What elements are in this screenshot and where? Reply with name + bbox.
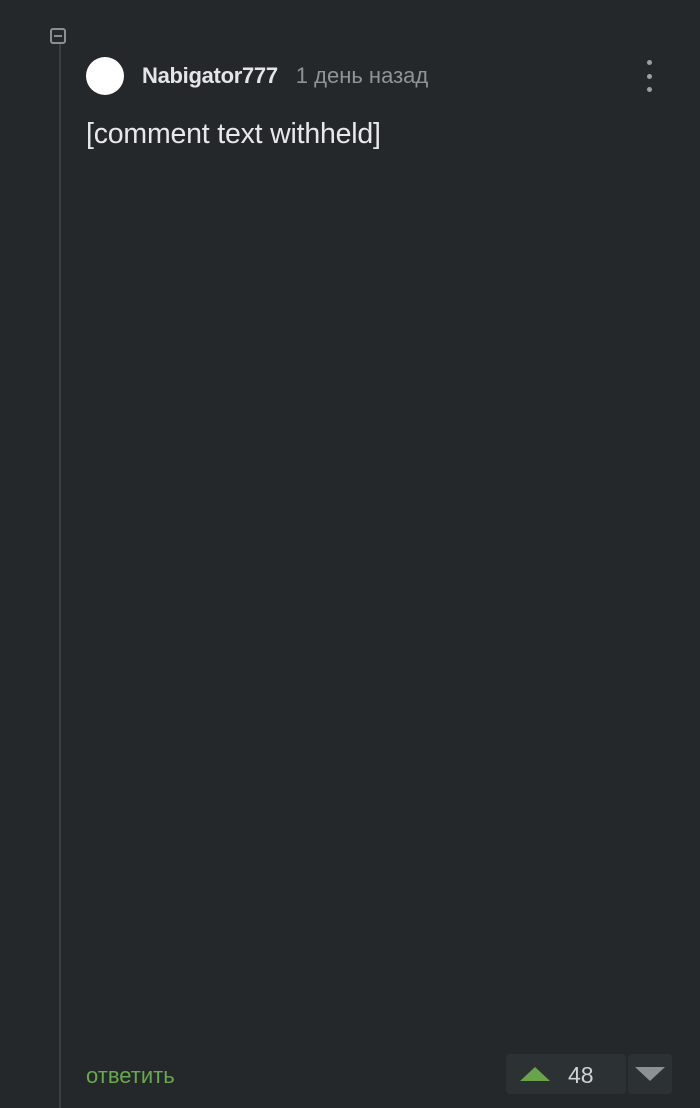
- downvote-button[interactable]: [628, 1054, 672, 1094]
- collapse-icon[interactable]: [50, 28, 66, 44]
- upvote-button[interactable]: 48: [506, 1054, 626, 1094]
- author-name[interactable]: Nabigator777: [142, 63, 278, 89]
- comment-body: [comment text withheld]: [86, 118, 381, 150]
- more-dot: [646, 87, 652, 92]
- collapse-icon-bar: [54, 35, 62, 37]
- thread-line: [59, 44, 61, 1108]
- more-vertical-icon[interactable]: [644, 60, 654, 92]
- comment-header: Nabigator777 1 день назад: [86, 56, 428, 96]
- comment-timestamp: 1 день назад: [295, 63, 429, 88]
- triangle-up-icon: [520, 1067, 550, 1081]
- avatar[interactable]: [86, 57, 124, 95]
- more-dot: [646, 60, 652, 65]
- reply-button[interactable]: ответить: [86, 1063, 175, 1089]
- more-dot: [646, 73, 652, 79]
- triangle-down-icon: [635, 1067, 665, 1081]
- vote-score: 48: [568, 1062, 594, 1088]
- comment-footer: ответить 48: [86, 1054, 672, 1094]
